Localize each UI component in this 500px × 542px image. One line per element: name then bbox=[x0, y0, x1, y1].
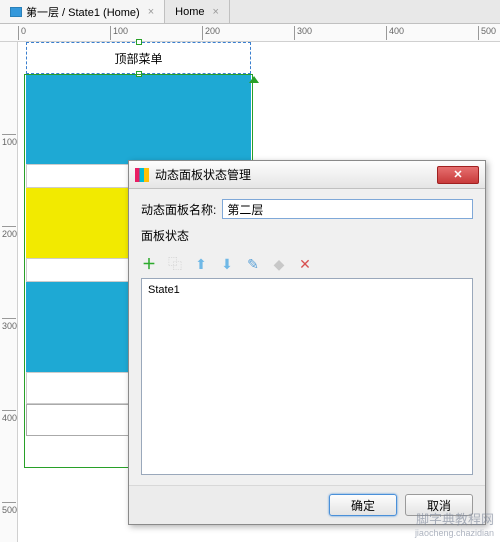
ruler-tick: 300 bbox=[294, 26, 312, 40]
panel-name-input[interactable] bbox=[222, 199, 473, 219]
tab-label: 第一层 / State1 (Home) bbox=[26, 4, 140, 20]
dialog-title: 动态面板状态管理 bbox=[155, 166, 251, 183]
app-icon bbox=[135, 168, 149, 182]
add-icon[interactable]: ＋ bbox=[141, 256, 157, 272]
move-down-icon[interactable]: ⬇ bbox=[219, 256, 235, 272]
dialog-body: 动态面板名称: 面板状态 ＋ ⿻ ⬆ ⬇ ✎ ◆ ✕ State1 bbox=[129, 189, 485, 485]
ruler-tick: 0 bbox=[18, 26, 26, 40]
ruler-horizontal: 0 100 200 300 400 500 bbox=[0, 24, 500, 42]
resize-handle[interactable] bbox=[136, 39, 142, 45]
header-menu-widget[interactable]: 顶部菜单 bbox=[26, 42, 251, 74]
ruler-tick: 500 bbox=[478, 26, 496, 40]
ruler-tick: 100 bbox=[2, 134, 16, 147]
ruler-vertical: 100 200 300 400 500 bbox=[0, 42, 18, 542]
document-tab-active[interactable]: 第一层 / State1 (Home) × bbox=[0, 0, 165, 23]
ruler-tick: 300 bbox=[2, 318, 16, 331]
states-listbox[interactable]: State1 bbox=[141, 278, 473, 475]
states-toolbar: ＋ ⿻ ⬆ ⬇ ✎ ◆ ✕ bbox=[141, 252, 473, 278]
copy-icon[interactable]: ⿻ bbox=[167, 256, 183, 272]
cancel-button[interactable]: 取消 bbox=[405, 494, 473, 516]
ok-button[interactable]: 确定 bbox=[329, 494, 397, 516]
edit-icon[interactable]: ✎ bbox=[245, 256, 261, 272]
page-icon bbox=[10, 7, 22, 17]
ruler-tick: 200 bbox=[2, 226, 16, 239]
panel-block[interactable] bbox=[26, 74, 251, 164]
panel-name-label: 动态面板名称: bbox=[141, 201, 216, 218]
ruler-tick: 400 bbox=[2, 410, 16, 423]
resize-handle[interactable] bbox=[136, 71, 142, 77]
document-tab[interactable]: Home × bbox=[165, 0, 230, 23]
soft-delete-icon[interactable]: ◆ bbox=[271, 256, 287, 272]
ruler-tick: 500 bbox=[2, 502, 16, 515]
panel-state-manager-dialog: 动态面板状态管理 ✕ 动态面板名称: 面板状态 ＋ ⿻ ⬆ ⬇ ✎ ◆ ✕ St… bbox=[128, 160, 486, 525]
document-tab-bar: 第一层 / State1 (Home) × Home × bbox=[0, 0, 500, 24]
header-label: 顶部菜单 bbox=[114, 50, 162, 67]
states-label: 面板状态 bbox=[141, 227, 189, 244]
delete-icon[interactable]: ✕ bbox=[297, 256, 313, 272]
ruler-tick: 200 bbox=[202, 26, 220, 40]
ruler-tick: 100 bbox=[110, 26, 128, 40]
dialog-button-row: 确定 取消 bbox=[129, 485, 485, 524]
ruler-tick: 400 bbox=[386, 26, 404, 40]
close-icon[interactable]: × bbox=[212, 6, 218, 18]
close-icon[interactable]: × bbox=[148, 6, 154, 18]
dialog-titlebar[interactable]: 动态面板状态管理 ✕ bbox=[129, 161, 485, 189]
move-up-icon[interactable]: ⬆ bbox=[193, 256, 209, 272]
list-item[interactable]: State1 bbox=[148, 283, 466, 297]
scroll-up-icon bbox=[249, 76, 259, 83]
close-button[interactable]: ✕ bbox=[437, 166, 479, 184]
tab-label: Home bbox=[175, 6, 204, 18]
